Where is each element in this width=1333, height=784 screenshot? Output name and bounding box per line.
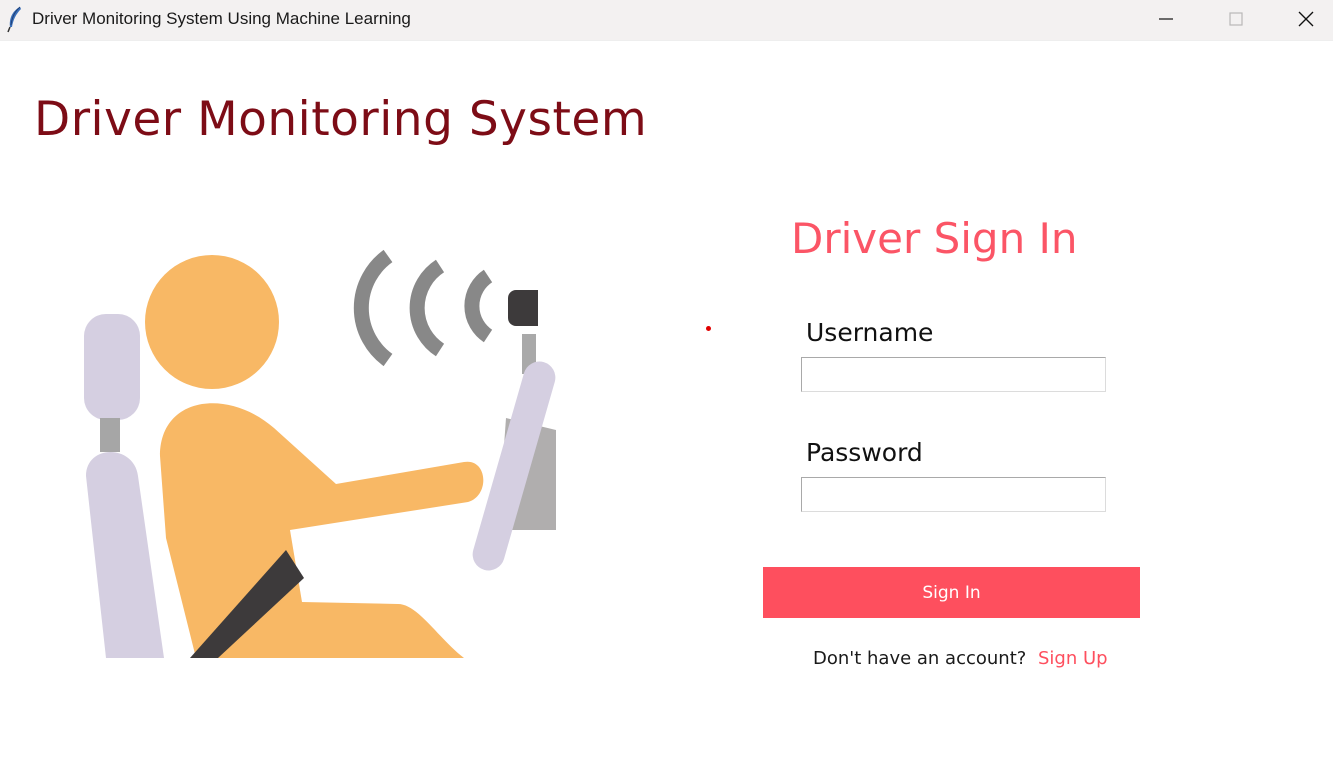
signin-title: Driver Sign In	[791, 214, 1078, 263]
username-input[interactable]	[801, 357, 1106, 392]
maximize-icon	[1229, 12, 1243, 26]
password-input[interactable]	[801, 477, 1106, 512]
maximize-button[interactable]	[1206, 0, 1266, 38]
username-label: Username	[806, 318, 934, 347]
app-window: Driver Monitoring System Using Machine L…	[0, 0, 1333, 784]
marker-dot	[706, 326, 711, 331]
signin-button[interactable]: Sign In	[763, 567, 1140, 618]
app-heading: Driver Monitoring System	[34, 92, 648, 147]
password-label: Password	[806, 438, 923, 467]
close-button[interactable]	[1276, 0, 1333, 38]
signup-prompt: Don't have an account?	[813, 648, 1027, 669]
window-title: Driver Monitoring System Using Machine L…	[32, 9, 411, 28]
feather-icon	[6, 5, 24, 33]
close-icon	[1298, 11, 1314, 27]
driver-seatbelt-illustration	[78, 248, 560, 662]
minimize-icon	[1159, 18, 1173, 20]
title-bar[interactable]: Driver Monitoring System Using Machine L…	[0, 0, 1333, 41]
minimize-button[interactable]	[1136, 0, 1196, 38]
signup-link[interactable]: Sign Up	[1038, 648, 1108, 669]
